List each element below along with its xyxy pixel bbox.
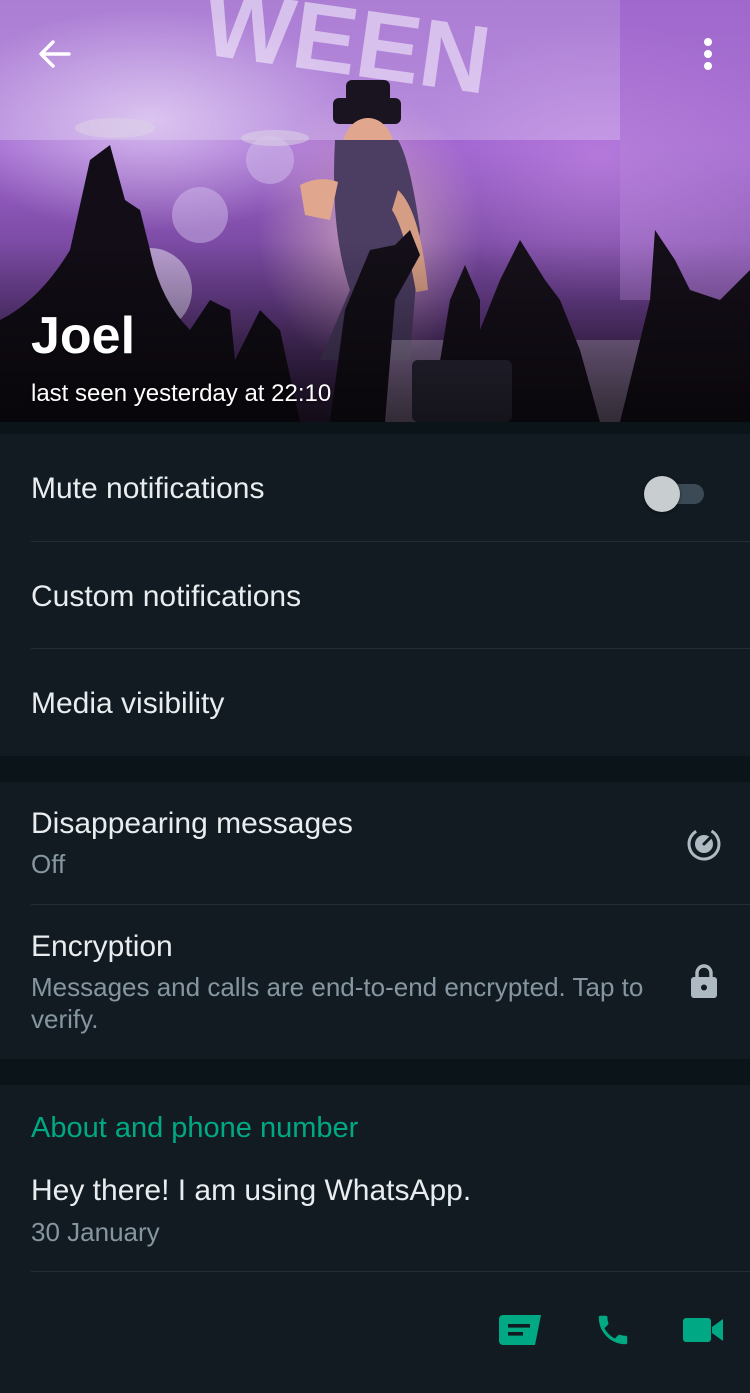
video-call-button[interactable] xyxy=(674,1300,734,1360)
mute-notifications-toggle[interactable] xyxy=(644,474,706,512)
last-seen-status: last seen yesterday at 22:10 xyxy=(31,380,332,407)
back-button[interactable] xyxy=(28,30,80,78)
voice-call-button[interactable] xyxy=(583,1300,643,1360)
disappearing-messages-label: Disappearing messages xyxy=(31,807,353,840)
contact-name: Joel xyxy=(31,307,136,365)
about-status-date: 30 January xyxy=(31,1217,160,1247)
about-status-text: Hey there! I am using WhatsApp. xyxy=(31,1174,472,1207)
more-options-button[interactable] xyxy=(686,30,730,78)
media-visibility-row[interactable]: Media visibility xyxy=(0,649,750,756)
timer-icon xyxy=(686,826,722,862)
disappearing-messages-row[interactable]: Disappearing messages Off xyxy=(0,782,750,904)
disappearing-messages-value: Off xyxy=(31,849,66,879)
mute-notifications-label: Mute notifications xyxy=(31,472,265,505)
arrow-left-icon xyxy=(39,40,71,68)
phone-icon xyxy=(598,1315,628,1345)
lock-icon xyxy=(688,961,720,1001)
notifications-card: Mute notifications Custom notifications … xyxy=(0,434,750,756)
about-status-row[interactable]: Hey there! I am using WhatsApp. 30 Janua… xyxy=(0,1160,750,1270)
encryption-row[interactable]: Encryption Messages and calls are end-to… xyxy=(0,905,750,1059)
toggle-knob xyxy=(644,476,680,512)
encryption-description: Messages and calls are end-to-end encryp… xyxy=(31,972,644,1034)
mute-notifications-row[interactable]: Mute notifications xyxy=(0,434,750,541)
encryption-label: Encryption xyxy=(31,930,173,963)
about-section-title: About and phone number xyxy=(31,1112,359,1144)
custom-notifications-row[interactable]: Custom notifications xyxy=(0,542,750,649)
video-icon xyxy=(683,1318,723,1342)
divider xyxy=(31,1271,750,1272)
custom-notifications-label: Custom notifications xyxy=(31,580,302,613)
message-icon xyxy=(499,1315,541,1345)
media-visibility-label: Media visibility xyxy=(31,687,225,720)
profile-photo-header[interactable]: WEEN Joel last seen yesterday at 22:10 xyxy=(0,0,750,422)
message-button[interactable] xyxy=(491,1300,551,1360)
privacy-card: Disappearing messages Off Encryption Mes… xyxy=(0,782,750,1059)
more-vertical-icon xyxy=(704,38,712,70)
